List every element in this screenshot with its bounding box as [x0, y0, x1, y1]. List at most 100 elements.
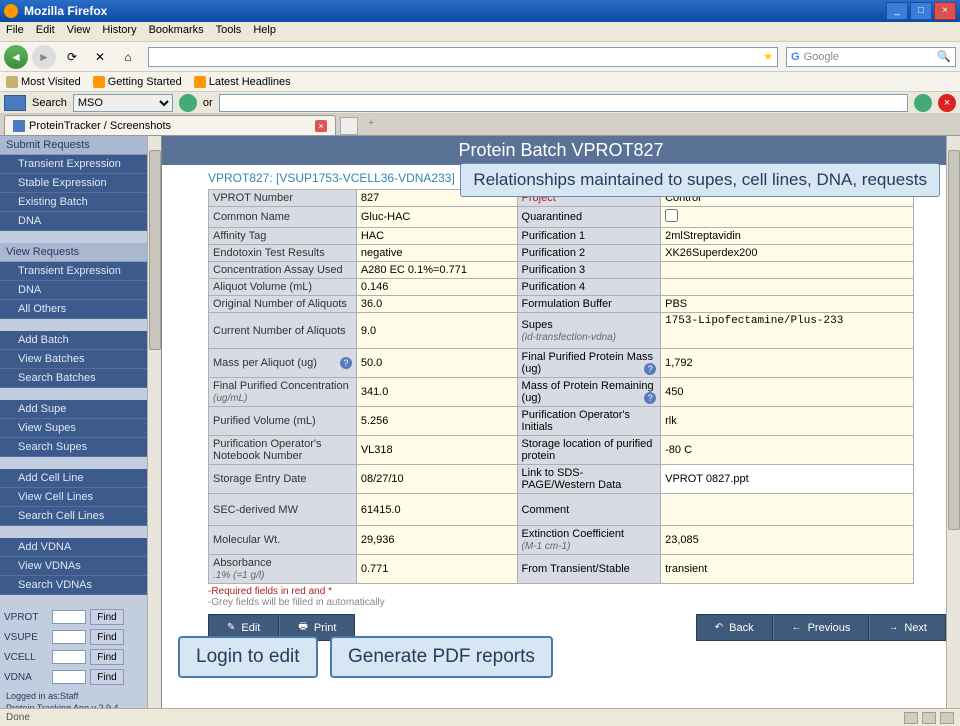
- menu-tools[interactable]: Tools: [216, 24, 242, 39]
- quickfind-vdna: VDNAFind: [0, 667, 147, 687]
- menu-file[interactable]: File: [6, 24, 24, 39]
- menu-help[interactable]: Help: [253, 24, 276, 39]
- menu-history[interactable]: History: [102, 24, 136, 39]
- sidebar-item-transient-expression[interactable]: Transient Expression: [0, 155, 147, 174]
- menu-bookmarks[interactable]: Bookmarks: [149, 24, 204, 39]
- msn-icon[interactable]: [4, 95, 26, 111]
- search-icon[interactable]: 🔍: [937, 50, 951, 63]
- login-to-edit-button[interactable]: Login to edit: [178, 636, 318, 678]
- stop-button[interactable]: ✕: [88, 45, 112, 69]
- close-button[interactable]: ×: [934, 2, 956, 20]
- search-engine-select[interactable]: MSO: [73, 94, 173, 112]
- tab-list-icon[interactable]: [340, 117, 358, 135]
- main-panel: Protein Batch VPROT827 Relationships mai…: [162, 136, 960, 708]
- quickfind-vcell-input[interactable]: [52, 650, 86, 664]
- sidebar-item-add-cellline[interactable]: Add Cell Line: [0, 469, 147, 488]
- tab-strip: ProteinTracker / Screenshots × +: [0, 114, 960, 136]
- sidebar-item-add-vdna[interactable]: Add VDNA: [0, 538, 147, 557]
- help-icon[interactable]: ?: [644, 392, 656, 404]
- back-nav-button[interactable]: ↶Back: [696, 614, 773, 641]
- val-purification4: [661, 279, 914, 296]
- tab-proteintracker[interactable]: ProteinTracker / Screenshots ×: [4, 115, 336, 135]
- reload-button[interactable]: ⟳: [60, 45, 84, 69]
- callout-note: Relationships maintained to supes, cell …: [460, 163, 940, 197]
- maximize-button[interactable]: □: [910, 2, 932, 20]
- sidebar-item-search-vdnas[interactable]: Search VDNAs: [0, 576, 147, 595]
- val-operator-initials: rlk: [661, 407, 914, 436]
- val-sec-mw: 61415.0: [356, 494, 517, 526]
- sidebar-item-search-supes[interactable]: Search Supes: [0, 438, 147, 457]
- quickfind-vcell-button[interactable]: Find: [90, 649, 124, 665]
- forward-button[interactable]: ►: [32, 45, 56, 69]
- tab-close-icon[interactable]: ×: [315, 120, 327, 132]
- home-button[interactable]: ⌂: [116, 45, 140, 69]
- lbl-mass-remaining: Mass of Protein Remaining (ug)?: [517, 378, 661, 407]
- lbl-curr-aliquots: Current Number of Aliquots: [209, 313, 357, 349]
- sidebar-item-existing-batch[interactable]: Existing Batch: [0, 193, 147, 212]
- search-clear-button[interactable]: ×: [938, 94, 956, 112]
- page-title: Protein Batch VPROT827: [162, 136, 960, 165]
- search-query-input[interactable]: [219, 94, 908, 112]
- sidebar-item-search-celllines[interactable]: Search Cell Lines: [0, 507, 147, 526]
- sidebar-item-stable-expression[interactable]: Stable Expression: [0, 174, 147, 193]
- bookmarks-toolbar: Most Visited Getting Started Latest Head…: [0, 72, 960, 92]
- back-button[interactable]: ◄: [4, 45, 28, 69]
- url-bar[interactable]: ★: [148, 47, 778, 67]
- previous-button[interactable]: ←Previous: [773, 614, 870, 641]
- sidebar-item-view-transient[interactable]: Transient Expression: [0, 262, 147, 281]
- nav-toolbar: ◄ ► ⟳ ✕ ⌂ ★ G Google 🔍: [0, 42, 960, 72]
- lbl-comment: Comment: [517, 494, 661, 526]
- quickfind-vdna-input[interactable]: [52, 670, 86, 684]
- quickfind-vdna-button[interactable]: Find: [90, 669, 124, 685]
- quarantined-checkbox[interactable]: [665, 209, 678, 222]
- sidebar-item-add-supe[interactable]: Add Supe: [0, 400, 147, 419]
- help-icon[interactable]: ?: [644, 363, 656, 375]
- val-curr-aliquots: 9.0: [356, 313, 517, 349]
- next-button[interactable]: →Next: [869, 614, 946, 641]
- val-purification1: 2mlStreptavidin: [661, 228, 914, 245]
- quickfind-vsupe: VSUPEFind: [0, 627, 147, 647]
- lbl-final-mass: Final Purified Protein Mass (ug)?: [517, 349, 661, 378]
- help-icon[interactable]: ?: [340, 357, 352, 369]
- sidebar: Submit Requests Transient Expression Sta…: [0, 136, 162, 708]
- quickfind-vsupe-input[interactable]: [52, 630, 86, 644]
- new-tab-button[interactable]: +: [362, 117, 380, 135]
- sidebar-item-all-others[interactable]: All Others: [0, 300, 147, 319]
- lbl-common-name: Common Name: [209, 207, 357, 228]
- menu-edit[interactable]: Edit: [36, 24, 55, 39]
- firefox-icon: [4, 4, 18, 18]
- login-info: Logged in as:Staff Protein Tracking App …: [0, 687, 147, 708]
- bookmark-latest-headlines[interactable]: Latest Headlines: [194, 76, 291, 88]
- sidebar-header-view: View Requests: [0, 243, 147, 262]
- sidebar-item-add-batch[interactable]: Add Batch: [0, 331, 147, 350]
- sidebar-item-dna[interactable]: DNA: [0, 212, 147, 231]
- lbl-supes: Supes(id-transfection-vdna): [517, 313, 661, 349]
- search-go-button[interactable]: [179, 94, 197, 112]
- sidebar-item-view-batches[interactable]: View Batches: [0, 350, 147, 369]
- sidebar-item-view-supes[interactable]: View Supes: [0, 419, 147, 438]
- edit-icon: ✎: [227, 622, 235, 633]
- quickfind-vprot-input[interactable]: [52, 610, 86, 624]
- sidebar-item-view-celllines[interactable]: View Cell Lines: [0, 488, 147, 507]
- lbl-absorbance: Absorbance.1% (=1 g/l): [209, 555, 357, 584]
- bookmark-star-icon[interactable]: ★: [763, 50, 773, 63]
- lbl-purified-vol: Purified Volume (mL): [209, 407, 357, 436]
- sidebar-item-search-batches[interactable]: Search Batches: [0, 369, 147, 388]
- val-formulation-buffer: PBS: [661, 296, 914, 313]
- sidebar-scrollbar[interactable]: [147, 136, 161, 708]
- search-go-button-2[interactable]: [914, 94, 932, 112]
- menu-view[interactable]: View: [67, 24, 91, 39]
- bookmark-getting-started[interactable]: Getting Started: [93, 76, 182, 88]
- minimize-button[interactable]: _: [886, 2, 908, 20]
- main-scrollbar[interactable]: [946, 136, 960, 708]
- lbl-sds-link: Link to SDS-PAGE/Western Data: [517, 465, 661, 494]
- quickfind-vprot-button[interactable]: Find: [90, 609, 124, 625]
- sidebar-item-view-vdnas[interactable]: View VDNAs: [0, 557, 147, 576]
- generate-pdf-button[interactable]: Generate PDF reports: [330, 636, 553, 678]
- bookmark-most-visited[interactable]: Most Visited: [6, 76, 81, 88]
- browser-search-box[interactable]: G Google 🔍: [786, 47, 956, 67]
- status-icon-2: [922, 712, 936, 724]
- quickfind-vsupe-button[interactable]: Find: [90, 629, 124, 645]
- search-label: Search: [32, 97, 67, 109]
- sidebar-item-view-dna[interactable]: DNA: [0, 281, 147, 300]
